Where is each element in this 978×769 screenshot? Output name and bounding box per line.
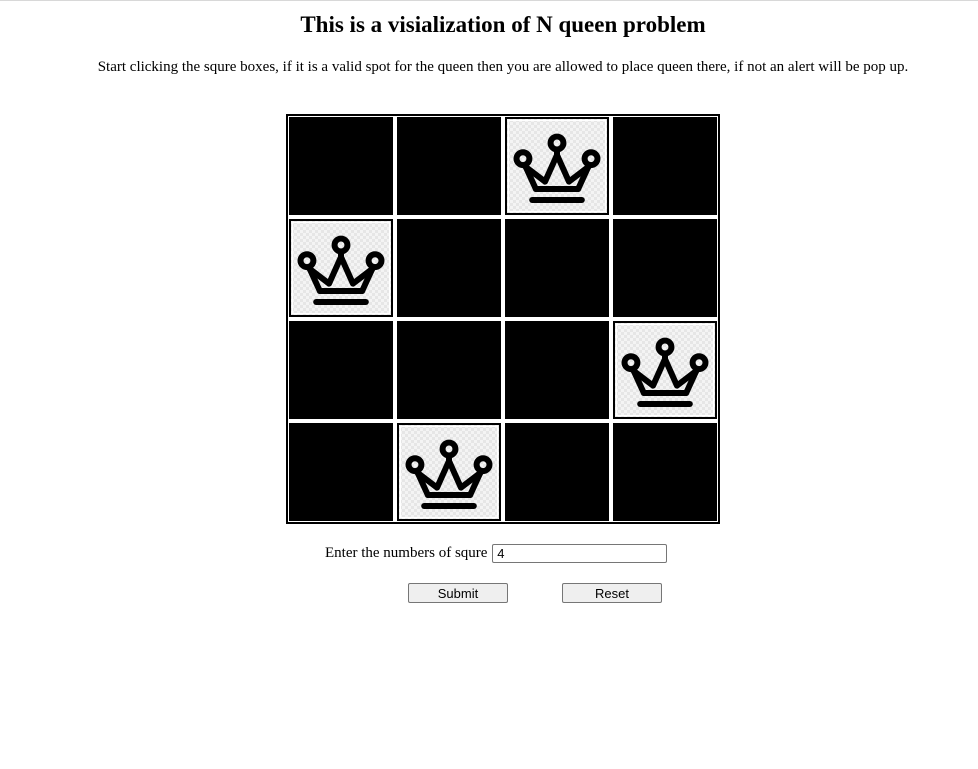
page-title: This is a visialization of N queen probl… <box>300 12 706 37</box>
board-square[interactable] <box>289 321 393 419</box>
board-square[interactable] <box>289 117 393 215</box>
board-size-form: Enter the numbers of squre <box>325 544 668 563</box>
board-square[interactable] <box>397 321 501 419</box>
board-square-queen[interactable] <box>289 219 393 317</box>
instructions-text: Start clicking the squre boxes, if it is… <box>97 59 909 75</box>
board-size-input[interactable] <box>492 544 668 563</box>
board-square-queen[interactable] <box>613 321 717 419</box>
chess-board <box>286 114 720 524</box>
board-square[interactable] <box>397 117 501 215</box>
board-square[interactable] <box>289 423 393 521</box>
board-square[interactable] <box>613 219 717 317</box>
board-square[interactable] <box>505 321 609 419</box>
board-square[interactable] <box>613 117 717 215</box>
board-square[interactable] <box>613 423 717 521</box>
board-square[interactable] <box>505 423 609 521</box>
board-size-label: Enter the numbers of squre <box>325 545 488 561</box>
board-square-queen[interactable] <box>397 423 501 521</box>
submit-button[interactable]: Submit <box>408 583 508 603</box>
reset-button[interactable]: Reset <box>562 583 662 603</box>
board-square[interactable] <box>505 219 609 317</box>
board-square[interactable] <box>397 219 501 317</box>
board-square-queen[interactable] <box>505 117 609 215</box>
